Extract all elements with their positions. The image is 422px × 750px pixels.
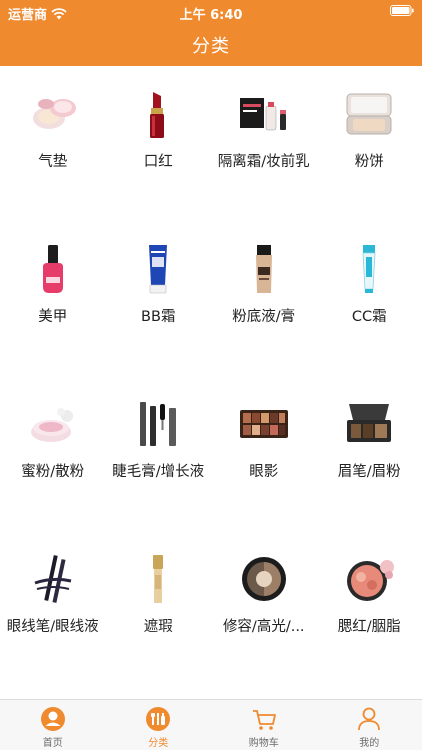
home-icon xyxy=(40,707,65,731)
category-label: 气垫 xyxy=(38,154,68,170)
pressed-powder-icon xyxy=(346,93,392,135)
status-time: 上午 6:40 xyxy=(179,8,243,23)
tab-label: 分类 xyxy=(148,738,169,749)
category-item-brow-palette[interactable]: 眉笔/眉粉 xyxy=(317,376,422,531)
category-item-eyeliner[interactable]: 眼线笔/眼线液 xyxy=(0,531,106,686)
tab-label: 购物车 xyxy=(248,738,279,749)
cc-cream-icon xyxy=(362,245,376,293)
category-item-pressed-powder[interactable]: 粉饼 xyxy=(317,66,422,221)
category-item-blush[interactable]: 腮红/胭脂 xyxy=(317,531,422,686)
category-label: 修容/高光/... xyxy=(222,619,305,635)
battery-icon xyxy=(390,5,414,16)
category-label: 遮瑕 xyxy=(143,619,173,635)
category-label: 蜜粉/散粉 xyxy=(21,464,85,480)
category-item-concealer[interactable]: 遮瑕 xyxy=(106,531,212,686)
mascara-icon xyxy=(140,402,177,446)
status-bar: 运营商 上午 6:40 xyxy=(0,0,422,23)
category-item-lipstick[interactable]: 口红 xyxy=(106,66,212,221)
tab-label: 首页 xyxy=(42,738,63,749)
category-item-bb-cream[interactable]: BB霜 xyxy=(106,221,212,376)
category-label: 腮红/胭脂 xyxy=(337,619,401,635)
category-label: 眼线笔/眼线液 xyxy=(6,619,99,635)
category-label: 眉笔/眉粉 xyxy=(337,464,401,480)
category-grid: 气垫 口红 隔离霜/妆前乳 粉饼 美甲 BB霜 粉底液/膏 CC霜 蜜粉/散粉 … xyxy=(0,66,422,686)
category-label: BB霜 xyxy=(141,309,176,325)
category-item-cc-cream[interactable]: CC霜 xyxy=(317,221,422,376)
category-label: 粉饼 xyxy=(354,154,384,170)
category-icon xyxy=(146,707,171,731)
tab-bar: 首页 分类 购物车 我的 xyxy=(0,699,422,750)
header: 运营商 上午 6:40 分类 xyxy=(0,0,422,66)
primer-icon xyxy=(239,98,286,131)
blush-icon xyxy=(347,560,395,601)
tab-label: 我的 xyxy=(359,738,380,749)
contour-icon xyxy=(241,557,286,601)
category-item-cushion[interactable]: 气垫 xyxy=(0,66,106,221)
eyeshadow-icon xyxy=(239,410,288,438)
category-item-loose-powder[interactable]: 蜜粉/散粉 xyxy=(0,376,106,531)
category-label: 美甲 xyxy=(38,309,68,325)
category-label: CC霜 xyxy=(351,309,387,325)
concealer-icon xyxy=(153,555,164,603)
tab-cart[interactable]: 购物车 xyxy=(211,700,317,750)
category-label: 口红 xyxy=(143,154,173,170)
category-label: 粉底液/膏 xyxy=(232,309,296,325)
category-item-foundation[interactable]: 粉底液/膏 xyxy=(211,221,317,376)
foundation-icon xyxy=(255,245,272,293)
category-item-nail-polish[interactable]: 美甲 xyxy=(0,221,106,376)
page-title: 分类 xyxy=(192,36,230,57)
cushion-icon xyxy=(32,99,76,129)
category-item-eyeshadow[interactable]: 眼影 xyxy=(211,376,317,531)
category-item-primer[interactable]: 隔离霜/妆前乳 xyxy=(211,66,317,221)
tab-category[interactable]: 分类 xyxy=(106,700,212,750)
category-item-mascara[interactable]: 睫毛膏/增长液 xyxy=(106,376,212,531)
lipstick-icon xyxy=(150,92,165,138)
tab-profile[interactable]: 我的 xyxy=(317,700,422,750)
tab-home[interactable]: 首页 xyxy=(0,700,106,750)
app-screen: 运营商 上午 6:40 分类 气垫 口红 隔离霜/妆前乳 粉饼 美甲 BB霜 粉… xyxy=(0,0,422,750)
cart-icon xyxy=(252,710,276,730)
profile-icon xyxy=(358,707,381,731)
category-item-contour[interactable]: 修容/高光/... xyxy=(211,531,317,686)
brow-palette-icon xyxy=(347,404,392,442)
category-label: 眼影 xyxy=(249,464,279,480)
category-label: 隔离霜/妆前乳 xyxy=(217,154,310,170)
nail-polish-icon xyxy=(42,245,63,293)
category-label: 睫毛膏/增长液 xyxy=(112,464,205,480)
loose-powder-icon xyxy=(30,408,73,442)
eyeliner-icon xyxy=(34,555,72,603)
bb-cream-icon xyxy=(149,245,168,294)
